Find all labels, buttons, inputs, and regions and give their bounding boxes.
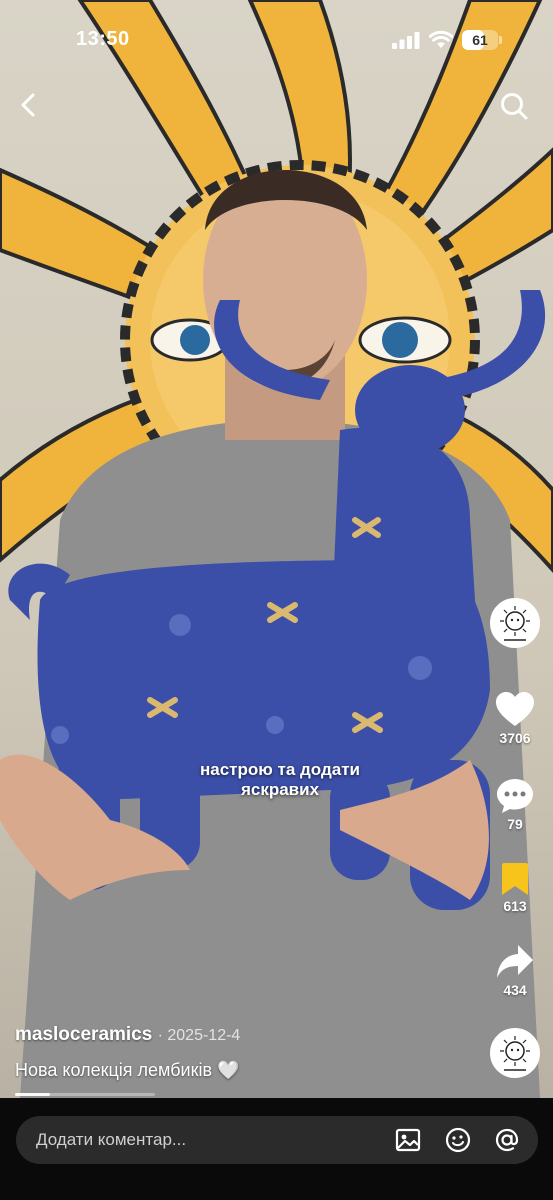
- video-overlay-caption: настрою та додати яскравих: [200, 760, 360, 799]
- status-time: 13:50: [76, 28, 130, 50]
- save-count: 613: [503, 898, 527, 914]
- cellular-signal-icon: [392, 32, 420, 49]
- bottom-comment-bar: Додати коментар...: [0, 1098, 553, 1200]
- comment-count: 79: [507, 816, 523, 832]
- author-avatar[interactable]: [490, 598, 540, 648]
- chevron-left-icon[interactable]: [14, 90, 44, 120]
- share-arrow-icon[interactable]: [496, 944, 534, 980]
- video-progress-fill: [15, 1093, 50, 1096]
- sun-logo-icon: [500, 1036, 530, 1071]
- wifi-icon: [429, 30, 453, 48]
- post-description[interactable]: Нова колекція лембиків 🤍: [15, 1060, 239, 1081]
- video-frame[interactable]: [0, 0, 553, 1098]
- comment-action[interactable]: 79: [490, 778, 540, 832]
- post-date: · 2025-12-4: [157, 1027, 241, 1044]
- battery-level: 61: [472, 32, 488, 48]
- emoji-icon[interactable]: [444, 1126, 472, 1154]
- author-row: masloceramics · 2025-12-4: [15, 1024, 240, 1046]
- image-icon[interactable]: [394, 1126, 422, 1154]
- video-progress-bar[interactable]: [15, 1093, 155, 1096]
- bookmark-icon[interactable]: [501, 862, 529, 896]
- battery-cap: [499, 36, 502, 44]
- save-action[interactable]: 613: [490, 862, 540, 914]
- heart-icon[interactable]: [495, 692, 535, 728]
- video-scene-illustration: [0, 0, 553, 1098]
- author-name[interactable]: masloceramics: [15, 1024, 152, 1045]
- share-count: 434: [503, 982, 527, 998]
- comment-input[interactable]: Додати коментар...: [16, 1116, 538, 1164]
- comment-bubble-icon[interactable]: [496, 778, 534, 814]
- battery-indicator: 61: [462, 30, 502, 50]
- like-action[interactable]: 3706: [490, 692, 540, 746]
- mention-icon[interactable]: [493, 1126, 521, 1154]
- sun-logo-icon: [500, 606, 530, 641]
- sound-avatar[interactable]: [490, 1028, 540, 1078]
- comment-placeholder: Додати коментар...: [36, 1130, 187, 1149]
- like-count: 3706: [499, 730, 531, 746]
- search-icon[interactable]: [498, 90, 530, 122]
- status-bar: 13:50 61: [0, 0, 553, 80]
- share-action[interactable]: 434: [490, 944, 540, 998]
- battery-body: 61: [462, 30, 498, 50]
